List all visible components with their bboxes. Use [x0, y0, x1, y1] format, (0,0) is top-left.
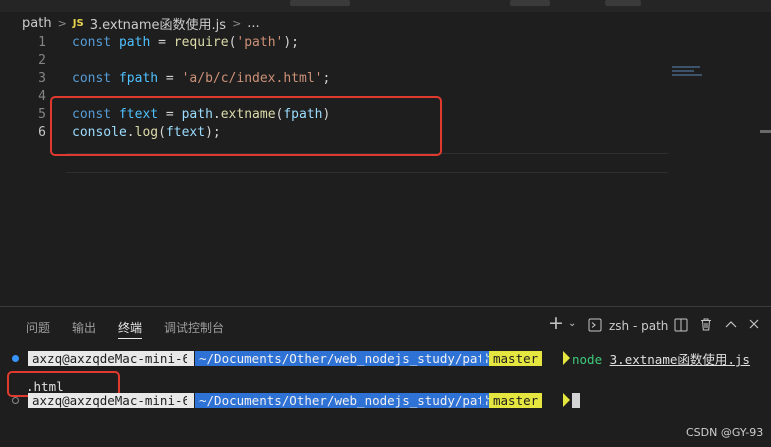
line-number: 4	[38, 89, 46, 104]
tab-hint	[510, 0, 550, 6]
breadcrumb: path > JS 3.extname函数使用.js > ...	[0, 12, 771, 34]
breadcrumb-folder[interactable]: path	[22, 16, 52, 31]
chevron-right-icon: >	[57, 16, 67, 30]
terminal-output[interactable]: axzq@axzqdeMac-mini-6 ~/Documents/Other/…	[0, 343, 771, 447]
powerline-arrow-icon	[563, 393, 570, 407]
line-number: 2	[38, 53, 46, 68]
chevron-down-icon[interactable]: ⌄	[568, 318, 576, 329]
editor-tab-strip	[0, 0, 771, 12]
breadcrumb-more[interactable]: ...	[247, 16, 259, 31]
code-line[interactable]: 3 const fpath = 'a/b/c/index.html';	[0, 70, 771, 88]
code-editor[interactable]: 1 const path = require('path'); 2 3 const fp…	[0, 34, 771, 306]
code-line[interactable]: 2	[0, 52, 771, 70]
terminal-cursor	[572, 393, 580, 408]
powerline-arrow-icon	[187, 351, 194, 365]
prompt-branch: master	[489, 351, 543, 366]
prompt-line: axzq@axzqdeMac-mini-6 ~/Documents/Other/…	[0, 392, 771, 409]
terminal-icon	[588, 318, 602, 332]
breadcrumb-file[interactable]: 3.extname函数使用.js	[90, 14, 226, 33]
split-terminal-icon[interactable]	[674, 318, 688, 332]
powerline-arrow-icon	[187, 393, 194, 407]
annotation-highlight-box	[50, 96, 442, 156]
line-number: 5	[38, 107, 46, 122]
tab-output[interactable]: 输出	[72, 319, 96, 336]
js-file-icon: JS	[72, 17, 84, 29]
line-number: 6	[38, 125, 46, 140]
tab-problems[interactable]: 问题	[26, 319, 50, 336]
tab-hint	[290, 0, 350, 6]
prompt-path: ~/Documents/Other/web_nodejs_study/path	[195, 393, 497, 408]
prompt-path: ~/Documents/Other/web_nodejs_study/path	[195, 351, 497, 366]
powerline-arrow-icon	[481, 393, 488, 407]
code-text: const fpath = 'a/b/c/index.html';	[72, 71, 331, 86]
tab-debug-console[interactable]: 调试控制台	[164, 319, 224, 336]
current-line-highlight	[66, 153, 668, 173]
trash-icon[interactable]	[699, 317, 713, 332]
watermark: CSDN @GY-93	[686, 426, 764, 439]
code-text: const path = require('path');	[72, 35, 300, 50]
command-status-dot-icon[interactable]	[12, 355, 19, 362]
tab-hint	[605, 0, 641, 6]
plus-icon[interactable]: +	[548, 312, 564, 334]
command-status-dot-icon[interactable]	[12, 397, 19, 404]
chevron-right-icon: >	[232, 16, 242, 30]
powerline-arrow-icon	[481, 351, 488, 365]
terminal-selector-label[interactable]: zsh - path	[609, 319, 668, 333]
prompt-user: axzq@axzqdeMac-mini-6	[28, 351, 195, 366]
maximize-panel-icon[interactable]	[725, 319, 737, 329]
close-icon[interactable]	[748, 318, 760, 330]
powerline-arrow-icon	[563, 351, 570, 365]
line-number: 3	[38, 71, 46, 86]
code-line[interactable]: 1 const path = require('path');	[0, 34, 771, 52]
prompt-branch: master	[489, 393, 543, 408]
tab-terminal[interactable]: 终端	[118, 319, 143, 339]
prompt-line: axzq@axzqdeMac-mini-6 ~/Documents/Other/…	[0, 350, 771, 367]
line-number: 1	[38, 35, 46, 50]
command-text: node 3.extname函数使用.js	[572, 352, 750, 367]
prompt-user: axzq@axzqdeMac-mini-6	[28, 393, 195, 408]
panel-header: 问题 输出 终端 调试控制台 + ⌄ zsh - path	[0, 307, 771, 343]
